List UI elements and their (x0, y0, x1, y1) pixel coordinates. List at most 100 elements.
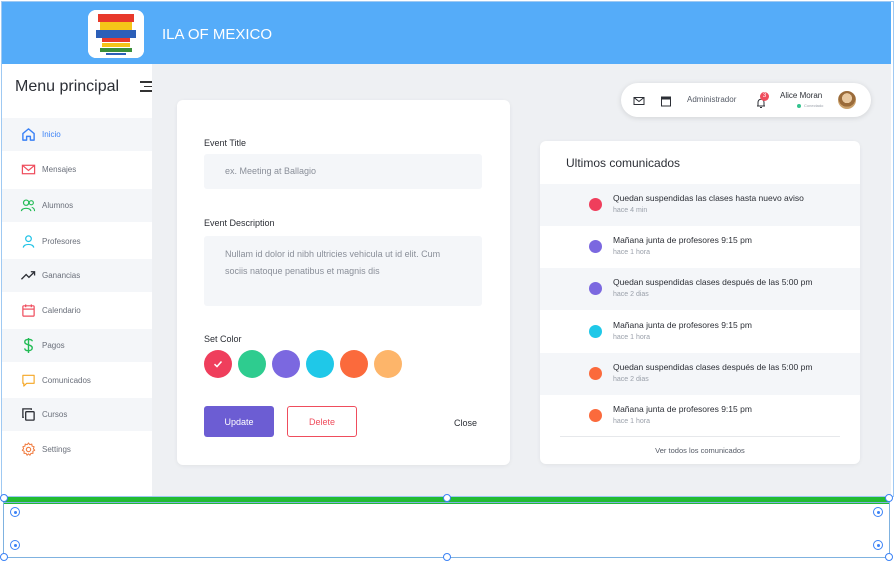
announcement-time: hace 2 dias (613, 291, 649, 298)
event-description-label: Event Description (204, 218, 275, 228)
notification-badge: 3 (760, 92, 769, 101)
users-icon (20, 198, 36, 214)
mail-icon (20, 162, 36, 178)
sidebar-item-comunicados[interactable]: Comunicados (2, 364, 152, 397)
divider (560, 436, 840, 437)
announcement-text: Mañana junta de profesores 9:15 pm (613, 404, 752, 414)
sidebar-item-settings[interactable]: Settings (2, 433, 152, 466)
sidebar-item-cursos[interactable]: Cursos (2, 398, 152, 431)
resize-handle-bottom-right[interactable] (885, 553, 893, 561)
anchor-point-icon[interactable] (10, 507, 20, 517)
set-color-label: Set Color (204, 334, 242, 344)
sidebar: Menu principal Inicio Mensajes Alumnos P… (2, 64, 154, 497)
list-item[interactable]: Mañana junta de profesores 9:15 pm hace … (540, 226, 860, 268)
list-item[interactable]: Quedan suspendidas clases después de las… (540, 353, 860, 395)
gear-icon (20, 442, 36, 458)
color-swatch-orange[interactable] (340, 350, 368, 378)
dollar-icon (20, 338, 36, 354)
event-description-input[interactable]: Nullam id dolor id nibh ultricies vehicu… (204, 236, 482, 306)
event-title-label: Event Title (204, 138, 247, 148)
announcements-card: Ultimos comunicados Quedan suspendidas l… (540, 141, 860, 464)
list-item[interactable]: Quedan suspendidas las clases hasta nuev… (540, 184, 860, 226)
announcement-time: hace 2 dias (613, 376, 649, 383)
color-swatch-peach[interactable] (374, 350, 402, 378)
sidebar-item-inicio[interactable]: Inicio (2, 118, 152, 151)
sidebar-item-alumnos[interactable]: Alumnos (2, 189, 152, 222)
announcement-text: Quedan suspendidas las clases hasta nuev… (613, 193, 804, 203)
mail-icon[interactable] (633, 94, 645, 106)
trending-up-icon (20, 268, 36, 284)
sidebar-item-label: Pagos (42, 341, 65, 350)
status-dot (589, 325, 602, 338)
sidebar-item-label: Settings (42, 445, 71, 454)
anchor-point-icon[interactable] (873, 507, 883, 517)
sidebar-item-label: Mensajes (42, 165, 77, 174)
anchor-point-icon[interactable] (10, 540, 20, 550)
resize-handle-bottom-center[interactable] (443, 553, 451, 561)
announcement-time: hace 1 hora (613, 418, 650, 425)
app-frame: ILA OF MEXICO Menu principal Inicio Mens… (0, 0, 895, 561)
sidebar-item-mensajes[interactable]: Mensajes (2, 153, 152, 186)
sidebar-item-label: Ganancias (42, 271, 81, 280)
color-swatches (204, 350, 402, 378)
sidebar-item-label: Profesores (42, 237, 81, 246)
sidebar-item-ganancias[interactable]: Ganancias (2, 259, 152, 292)
sidebar-item-label: Calendario (42, 306, 81, 315)
list-item[interactable]: Mañana junta de profesores 9:15 pm hace … (540, 395, 860, 437)
top-bar: ILA OF MEXICO (2, 2, 891, 64)
selection-box[interactable] (3, 502, 890, 558)
status-dot (589, 240, 602, 253)
resize-handle-top-left[interactable] (0, 494, 8, 502)
sidebar-item-label: Comunicados (42, 376, 91, 385)
user-status: Conectado (804, 103, 824, 108)
sidebar-item-pagos[interactable]: Pagos (2, 329, 152, 362)
logo-icon (88, 10, 144, 58)
color-swatch-purple[interactable] (272, 350, 300, 378)
message-icon (20, 373, 36, 389)
event-title-input[interactable]: ex. Meeting at Ballagio (204, 154, 482, 189)
avatar[interactable] (838, 91, 856, 109)
view-all-announcements-link[interactable]: Ver todos los comunicados (540, 446, 860, 455)
resize-handle-top-center[interactable] (443, 494, 451, 502)
list-item[interactable]: Quedan suspendidas clases después de las… (540, 268, 860, 310)
user-icon (20, 234, 36, 250)
check-icon (213, 360, 223, 368)
home-icon (20, 127, 36, 143)
app-title: ILA OF MEXICO (162, 26, 273, 43)
user-toolbar: Administrador 3 Alice Moran Conectado (621, 83, 871, 117)
announcement-time: hace 1 hora (613, 334, 650, 341)
color-swatch-red[interactable] (204, 350, 232, 378)
list-item[interactable]: Mañana junta de profesores 9:15 pm hace … (540, 311, 860, 353)
app-logo[interactable] (88, 10, 144, 58)
status-dot (589, 282, 602, 295)
resize-handle-bottom-left[interactable] (0, 553, 8, 561)
calendar-icon (20, 303, 36, 319)
color-swatch-green[interactable] (238, 350, 266, 378)
announcement-time: hace 1 hora (613, 249, 650, 256)
status-dot (589, 367, 602, 380)
color-swatch-cyan[interactable] (306, 350, 334, 378)
resize-handle-top-right[interactable] (885, 494, 893, 502)
announcement-text: Quedan suspendidas clases después de las… (613, 277, 813, 287)
sidebar-item-label: Inicio (42, 130, 61, 139)
anchor-point-icon[interactable] (873, 540, 883, 550)
copy-icon (20, 407, 36, 423)
sidebar-item-label: Cursos (42, 410, 68, 419)
sidebar-title: Menu principal (15, 78, 120, 95)
role-label: Administrador (687, 95, 737, 104)
sidebar-item-profesores[interactable]: Profesores (2, 225, 152, 258)
user-name: Alice Moran (780, 91, 823, 100)
calendar-icon[interactable] (660, 94, 672, 107)
sidebar-item-calendario[interactable]: Calendario (2, 294, 152, 327)
status-dot (589, 198, 602, 211)
close-button[interactable]: Close (454, 418, 477, 428)
announcement-text: Mañana junta de profesores 9:15 pm (613, 320, 752, 330)
announcements-title: Ultimos comunicados (566, 156, 681, 170)
announcement-text: Mañana junta de profesores 9:15 pm (613, 235, 752, 245)
status-dot (589, 409, 602, 422)
update-button[interactable]: Update (204, 406, 274, 437)
announcement-text: Quedan suspendidas clases después de las… (613, 362, 813, 372)
sidebar-item-label: Alumnos (42, 201, 74, 210)
online-status-dot (797, 104, 801, 108)
delete-button[interactable]: Delete (287, 406, 357, 437)
